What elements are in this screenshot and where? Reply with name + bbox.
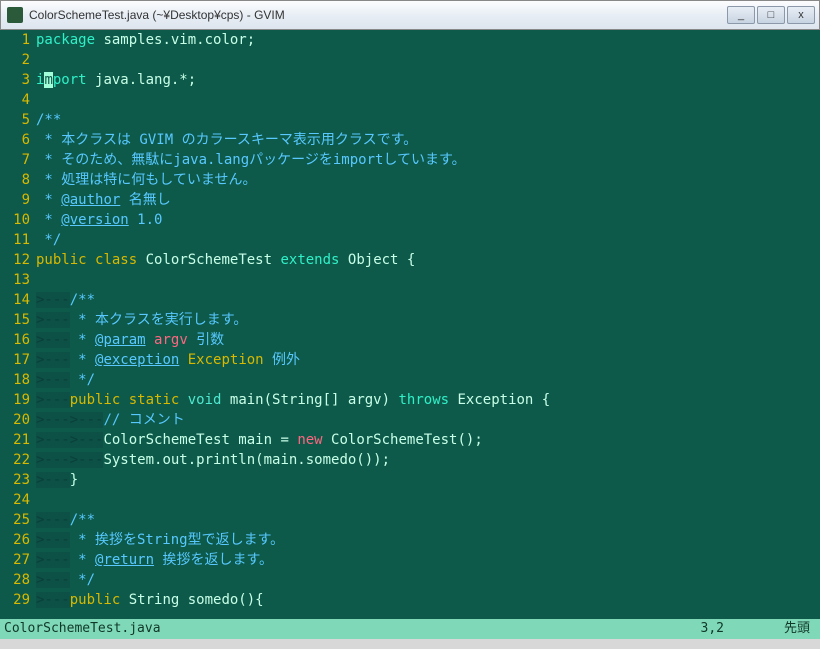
line-number: 11 — [0, 230, 30, 250]
line-number: 18 — [0, 370, 30, 390]
maximize-button[interactable]: □ — [757, 6, 785, 24]
code-line[interactable]: >--- * @return 挨拶を返します。 — [36, 550, 820, 570]
line-number: 23 — [0, 470, 30, 490]
line-number: 25 — [0, 510, 30, 530]
minimize-button[interactable]: _ — [727, 6, 755, 24]
app-icon — [7, 7, 23, 23]
statusbar: ColorSchemeTest.java 3,2 先頭 — [0, 619, 820, 639]
code-line[interactable]: import java.lang.*; — [36, 70, 820, 90]
code-line[interactable]: >--- * 挨拶をString型で返します。 — [36, 530, 820, 550]
line-number: 10 — [0, 210, 30, 230]
code-line[interactable]: * @author 名無し — [36, 190, 820, 210]
code-line[interactable]: */ — [36, 230, 820, 250]
code-line[interactable] — [36, 50, 820, 70]
line-number: 6 — [0, 130, 30, 150]
line-number: 2 — [0, 50, 30, 70]
close-button[interactable]: x — [787, 6, 815, 24]
window-title: ColorSchemeTest.java (~¥Desktop¥cps) - G… — [29, 8, 727, 22]
line-number: 17 — [0, 350, 30, 370]
code-line[interactable]: * @version 1.0 — [36, 210, 820, 230]
status-mode: 先頭 — [784, 619, 810, 639]
line-number-gutter: 1234567891011121314151617181920212223242… — [0, 30, 36, 619]
line-number: 14 — [0, 290, 30, 310]
line-number: 12 — [0, 250, 30, 270]
line-number: 4 — [0, 90, 30, 110]
code-line[interactable]: >---/** — [36, 290, 820, 310]
code-line[interactable]: >---public String somedo(){ — [36, 590, 820, 610]
line-number: 29 — [0, 590, 30, 610]
line-number: 3 — [0, 70, 30, 90]
line-number: 28 — [0, 570, 30, 590]
code-line[interactable]: >---/** — [36, 510, 820, 530]
code-line[interactable]: >--- */ — [36, 370, 820, 390]
code-line[interactable]: >--- * @param argv 引数 — [36, 330, 820, 350]
line-number: 13 — [0, 270, 30, 290]
line-number: 7 — [0, 150, 30, 170]
line-number: 9 — [0, 190, 30, 210]
line-number: 16 — [0, 330, 30, 350]
code-line[interactable]: >--- */ — [36, 570, 820, 590]
code-line[interactable]: package samples.vim.color; — [36, 30, 820, 50]
line-number: 20 — [0, 410, 30, 430]
titlebar[interactable]: ColorSchemeTest.java (~¥Desktop¥cps) - G… — [0, 0, 820, 30]
status-cursor-position: 3,2 — [701, 619, 724, 639]
code-line[interactable]: /** — [36, 110, 820, 130]
code-line[interactable]: >--- * @exception Exception 例外 — [36, 350, 820, 370]
bottom-padding — [0, 639, 820, 649]
line-number: 26 — [0, 530, 30, 550]
code-line[interactable] — [36, 270, 820, 290]
code-line[interactable] — [36, 490, 820, 510]
line-number: 15 — [0, 310, 30, 330]
code-line[interactable] — [36, 90, 820, 110]
status-filename: ColorSchemeTest.java — [4, 619, 701, 639]
gvim-window: ColorSchemeTest.java (~¥Desktop¥cps) - G… — [0, 0, 820, 649]
code-line[interactable]: * 処理は特に何もしていません。 — [36, 170, 820, 190]
line-number: 21 — [0, 430, 30, 450]
line-number: 22 — [0, 450, 30, 470]
code-content[interactable]: package samples.vim.color; import java.la… — [36, 30, 820, 619]
code-line[interactable]: * そのため、無駄にjava.langパッケージをimportしています。 — [36, 150, 820, 170]
line-number: 5 — [0, 110, 30, 130]
code-line[interactable]: >---} — [36, 470, 820, 490]
editor-area[interactable]: 1234567891011121314151617181920212223242… — [0, 30, 820, 619]
code-line[interactable]: * 本クラスは GVIM のカラースキーマ表示用クラスです。 — [36, 130, 820, 150]
code-line[interactable]: >--->---// コメント — [36, 410, 820, 430]
code-line[interactable]: >---public static void main(String[] arg… — [36, 390, 820, 410]
line-number: 1 — [0, 30, 30, 50]
line-number: 8 — [0, 170, 30, 190]
window-buttons: _ □ x — [727, 6, 815, 24]
code-line[interactable]: public class ColorSchemeTest extends Obj… — [36, 250, 820, 270]
line-number: 24 — [0, 490, 30, 510]
code-line[interactable]: >--->---ColorSchemeTest main = new Color… — [36, 430, 820, 450]
code-line[interactable]: >--->---System.out.println(main.somedo()… — [36, 450, 820, 470]
line-number: 27 — [0, 550, 30, 570]
code-line[interactable]: >--- * 本クラスを実行します。 — [36, 310, 820, 330]
line-number: 19 — [0, 390, 30, 410]
